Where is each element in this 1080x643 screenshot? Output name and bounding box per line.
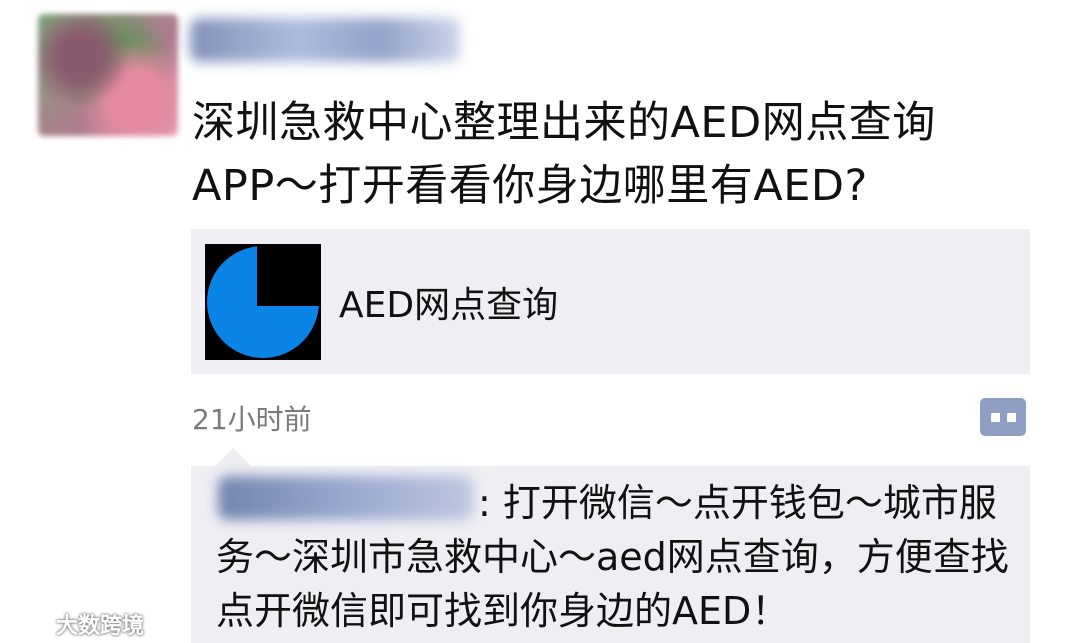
avatar[interactable] (38, 14, 178, 136)
link-card-title: AED网点查询 (339, 284, 559, 326)
post-text-line2: APP～打开看看你身边哪里有AED? (192, 161, 868, 211)
dot-icon (1006, 412, 1016, 422)
post-text-line1: 深圳急救中心整理出来的AED网点查询 (192, 98, 936, 148)
post-text: 深圳急救中心整理出来的AED网点查询 APP～打开看看你身边哪里有AED? (192, 92, 1022, 218)
author-name-blurred[interactable] (190, 18, 460, 62)
pie-chart-icon (205, 243, 321, 360)
dot-icon (990, 412, 1000, 422)
comment-area-caret (215, 448, 251, 466)
watermark: 大数跨境 (6, 608, 144, 640)
comment-text[interactable]: : 打开微信～点开钱包～城市服务～深圳市急救中心～aed网点查询，方便查找点开微… (216, 476, 1016, 638)
watermark-text: 大数跨境 (56, 614, 145, 639)
comment-menu-button[interactable] (980, 398, 1026, 436)
post-timestamp: 21小时前 (192, 403, 312, 436)
shared-link-card[interactable]: AED网点查询 (191, 229, 1030, 374)
watermark-logo-icon (8, 612, 50, 634)
